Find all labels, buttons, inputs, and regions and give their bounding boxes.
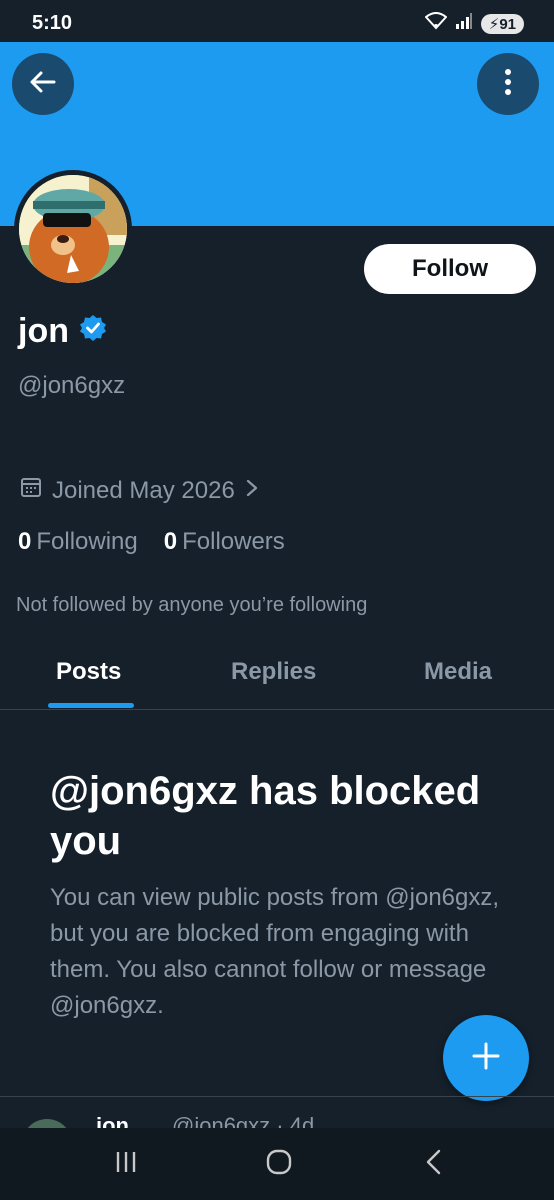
arrow-left-icon (28, 67, 58, 102)
joined-text: Joined May 2026 (52, 476, 235, 504)
following-link[interactable]: 0 Following (18, 528, 138, 556)
following-label: Following (36, 528, 138, 555)
profile-name-row: jon (18, 312, 107, 351)
plus-icon (471, 1041, 501, 1076)
recent-apps-icon (113, 1149, 139, 1180)
joined-date[interactable]: Joined May 2026 (20, 476, 259, 505)
more-vertical-icon (504, 67, 512, 102)
avatar-image (19, 175, 127, 283)
post-preview[interactable]: jon @jon6gxz · 4d (0, 1096, 554, 1128)
post-avatar[interactable] (22, 1119, 72, 1128)
followers-count: 0 (163, 528, 178, 555)
tab-posts[interactable]: Posts (56, 658, 121, 686)
home-button[interactable] (259, 1146, 299, 1182)
recent-apps-button[interactable] (106, 1146, 146, 1182)
profile-handle: @jon6gxz (18, 372, 126, 399)
not-followed-text: Not followed by anyone you’re following (16, 594, 368, 616)
nav-back-icon (423, 1148, 445, 1181)
wifi-icon (424, 12, 448, 35)
post-author-name: jon (96, 1113, 129, 1128)
battery-level: 91 (499, 15, 516, 33)
compose-button[interactable] (443, 1015, 529, 1101)
system-navigation-bar (0, 1128, 554, 1200)
profile-tabs: Posts Replies Media (0, 640, 554, 710)
status-time: 5:10 (32, 12, 73, 34)
battery-indicator: ⚡91 (480, 13, 524, 34)
status-bar: 5:10 ⚡91 (0, 0, 554, 42)
verified-badge-icon[interactable] (79, 312, 107, 351)
tab-media[interactable]: Media (424, 658, 492, 686)
follow-button[interactable]: Follow (364, 244, 536, 294)
signal-icon (455, 13, 473, 34)
following-count: 0 (18, 528, 32, 555)
post-author-handle: @jon6gxz · 4d (172, 1113, 315, 1128)
more-options-button[interactable] (477, 53, 539, 115)
blocked-title: @jon6gxz has blocked you (50, 769, 481, 863)
calendar-icon (20, 476, 42, 505)
followers-link[interactable]: 0 Followers (164, 528, 285, 556)
home-circle-icon (265, 1148, 293, 1181)
follow-stats: 0 Following 0 Followers (18, 528, 285, 556)
display-name: jon (18, 312, 69, 350)
profile-avatar[interactable] (14, 170, 132, 288)
status-icons: ⚡91 (424, 12, 524, 35)
nav-back-button[interactable] (414, 1146, 454, 1182)
back-button[interactable] (12, 53, 74, 115)
tab-replies[interactable]: Replies (231, 658, 316, 686)
blocked-description: You can view public posts from @jon6gxz,… (50, 884, 500, 1019)
active-tab-indicator (48, 703, 134, 708)
chevron-right-icon (245, 477, 259, 505)
followers-label: Followers (182, 528, 285, 555)
